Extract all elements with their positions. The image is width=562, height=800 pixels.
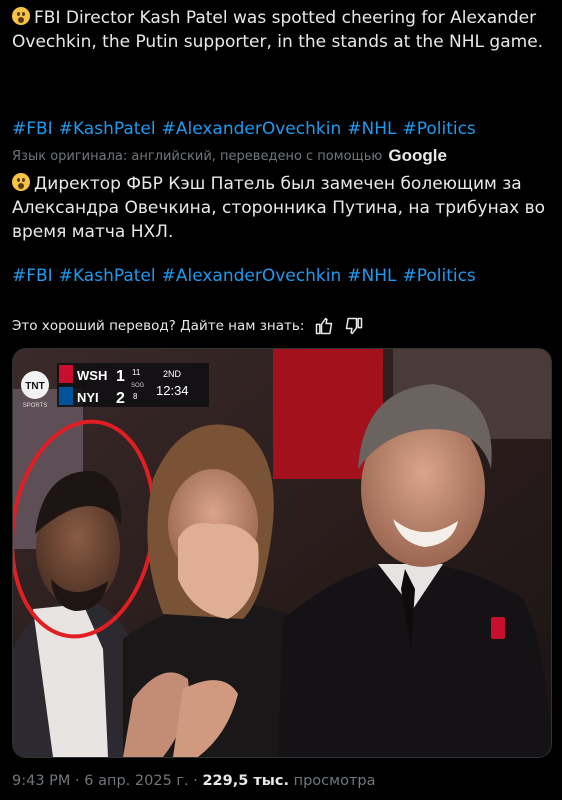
thumbs-up-icon[interactable] — [314, 316, 334, 336]
hashtag-link[interactable]: #FBI — [12, 119, 53, 139]
hashtag-link[interactable]: #KashPatel — [59, 119, 156, 139]
hashtag-link[interactable]: #AlexanderOvechkin — [162, 266, 342, 286]
hashtag-link[interactable]: #FBI — [12, 266, 53, 286]
feedback-prompt: Это хороший перевод? Дайте нам знать: — [12, 318, 305, 334]
arena-photo: TNT SPORTS WSH NYI 1 2 11 SOG 8 2ND 12:3… — [13, 349, 551, 757]
astonished-face-icon — [12, 7, 30, 25]
hashtag-link[interactable]: #NHL — [347, 119, 396, 139]
svg-text:1: 1 — [116, 368, 125, 385]
svg-text:2: 2 — [116, 390, 125, 407]
hashtags-original: #FBI #KashPatel #AlexanderOvechkin #NHL #Pol… — [12, 117, 482, 141]
svg-text:SPORTS: SPORTS — [23, 403, 48, 409]
svg-text:11: 11 — [132, 368, 141, 377]
view-label: просмотра — [293, 773, 376, 789]
post-time[interactable]: 9:43 PM — [12, 773, 70, 789]
svg-text:2ND: 2ND — [163, 369, 182, 379]
svg-text:SOG: SOG — [131, 383, 145, 389]
hashtag-link[interactable]: #Politics — [402, 266, 475, 286]
post-meta: 9:43 PM · 6 апр. 2025 г. · 229,5 тыс. пр… — [12, 773, 376, 789]
hashtag-link[interactable]: #NHL — [347, 266, 396, 286]
svg-text:WSH: WSH — [77, 368, 107, 383]
svg-text:NYI: NYI — [77, 390, 99, 405]
view-count: 229,5 тыс. — [202, 773, 290, 789]
hashtag-link[interactable]: #Politics — [402, 119, 475, 139]
hashtag-link[interactable]: #KashPatel — [59, 266, 156, 286]
network-logo: TNT — [25, 381, 44, 392]
post-date[interactable]: 6 апр. 2025 г. — [84, 773, 188, 789]
post-text-translated: Директор ФБР Кэш Патель был замечен боле… — [12, 173, 546, 242]
svg-text:8: 8 — [133, 392, 138, 401]
svg-text:12:34: 12:34 — [156, 383, 189, 398]
hashtags-translated: #FBI #KashPatel #AlexanderOvechkin #NHL #Pol… — [12, 264, 482, 288]
translation-feedback: Это хороший перевод? Дайте нам знать: — [12, 316, 364, 336]
hashtag-link[interactable]: #AlexanderOvechkin — [162, 119, 342, 139]
astonished-face-icon — [12, 173, 30, 191]
google-logo: Google — [388, 146, 447, 165]
translation-note-text[interactable]: Язык оригинала: английский, переведено с… — [12, 149, 382, 164]
post-media-image[interactable]: TNT SPORTS WSH NYI 1 2 11 SOG 8 2ND 12:3… — [12, 348, 552, 758]
translation-note: Язык оригинала: английский, переведено с… — [12, 146, 447, 166]
thumbs-down-icon[interactable] — [344, 316, 364, 336]
post-text-original: FBI Director Kash Patel was spotted chee… — [12, 7, 544, 52]
